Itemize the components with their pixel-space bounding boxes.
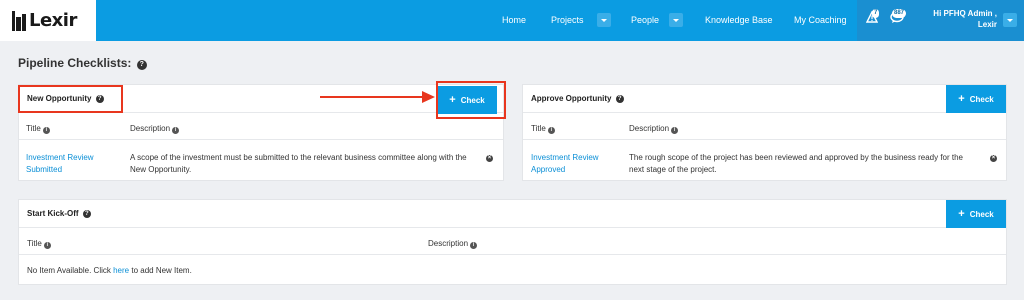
column-header-title-text: Title [531,124,546,133]
add-check-label: Check [969,94,994,104]
nav-knowledge-base[interactable]: Knowledge Base [705,0,773,41]
info-icon[interactable]: i [671,127,679,134]
remove-icon[interactable]: × [486,155,493,162]
panel-title-text: Start Kick-Off [27,209,79,218]
checklist-item-description: A scope of the investment must be submit… [130,153,467,174]
panel-title-text: Approve Opportunity [531,94,612,103]
user-greeting[interactable]: Hi PFHQ Admin , Lexir [933,8,997,30]
panel-start-kickoff: Start Kick-Off ? + Check Title i Descript… [18,199,1007,285]
plus-icon: + [958,92,965,105]
logo-icon [12,10,27,31]
column-header-description: Description i [130,124,180,134]
panel-header: Approve Opportunity ? + Check [523,85,1006,113]
column-header-description-text: Description [130,124,171,133]
info-icon[interactable]: i [42,127,50,134]
info-icon[interactable]: i [172,127,180,134]
column-header-title-text: Title [26,124,41,133]
annotation-arrow-icon [320,91,435,103]
chevron-down-icon [673,18,679,22]
panel-title: Start Kick-Off ? [27,209,91,218]
messages-count-badge: 887 [892,9,907,18]
column-header-title: Title i [26,124,50,134]
brand-name: Lexir [29,10,77,31]
help-icon[interactable]: ? [615,95,624,103]
column-header-description-text: Description [629,124,670,133]
add-check-label: Check [969,209,994,219]
help-icon[interactable]: ? [82,210,91,218]
info-icon[interactable]: i [470,242,478,249]
alerts-button[interactable]: 7 [865,9,880,25]
projects-dropdown-toggle[interactable] [597,13,611,27]
divider [19,254,1006,255]
empty-state-message: No Item Available. Click here to add New… [27,265,527,277]
nav-people[interactable]: People [631,0,659,41]
chevron-down-icon [601,18,607,22]
panel-header: Start Kick-Off ? + Check [19,200,1006,228]
alerts-count-badge: 7 [872,9,880,18]
panel-approve-opportunity: Approve Opportunity ? + Check Title i Des… [522,84,1007,181]
empty-state-suffix: to add New Item. [129,266,192,275]
logo[interactable]: Lexir [0,0,96,41]
add-check-button[interactable]: + Check [946,200,1006,228]
nav-projects[interactable]: Projects [551,0,584,41]
user-greeting-line2: Lexir [977,20,997,29]
chevron-down-icon [1007,18,1013,22]
user-area: 7 887 Hi PFHQ Admin , Lexir [857,0,1024,41]
highlight-box [436,81,506,119]
user-greeting-line1: Hi PFHQ Admin , [933,9,997,18]
panel-title: Approve Opportunity ? [531,94,624,103]
column-header-description: Description i [629,124,679,134]
page-title: Pipeline Checklists: ? [18,56,147,70]
top-nav: Lexir Home Projects People Knowledge Bas… [0,0,1024,41]
plus-icon: + [958,207,965,220]
messages-button[interactable]: 887 [890,9,907,25]
info-icon[interactable]: i [43,242,51,249]
page-title-text: Pipeline Checklists: [18,56,132,70]
divider [19,139,503,140]
user-menu-toggle[interactable] [1003,13,1017,27]
help-icon[interactable]: ? [136,60,147,70]
people-dropdown-toggle[interactable] [669,13,683,27]
checklist-item-link[interactable]: Investment Review Approved [531,152,616,176]
column-header-title-text: Title [27,239,42,248]
column-header-description: Description i [428,239,478,249]
add-check-button[interactable]: + Check [946,85,1006,113]
checklist-item-link[interactable]: Investment Review Submitted [26,152,116,176]
column-header-title: Title i [531,124,555,134]
empty-state-prefix: No Item Available. Click [27,266,114,275]
info-icon[interactable]: i [547,127,555,134]
highlight-box [18,85,123,113]
nav-home[interactable]: Home [502,0,526,41]
divider [523,139,1006,140]
column-header-description-text: Description [428,239,469,248]
remove-icon[interactable]: × [990,155,997,162]
nav-my-coaching[interactable]: My Coaching [794,0,847,41]
add-item-link[interactable]: here [113,266,129,275]
column-header-title: Title i [27,239,51,249]
checklist-item-description: The rough scope of the project has been … [629,153,963,174]
